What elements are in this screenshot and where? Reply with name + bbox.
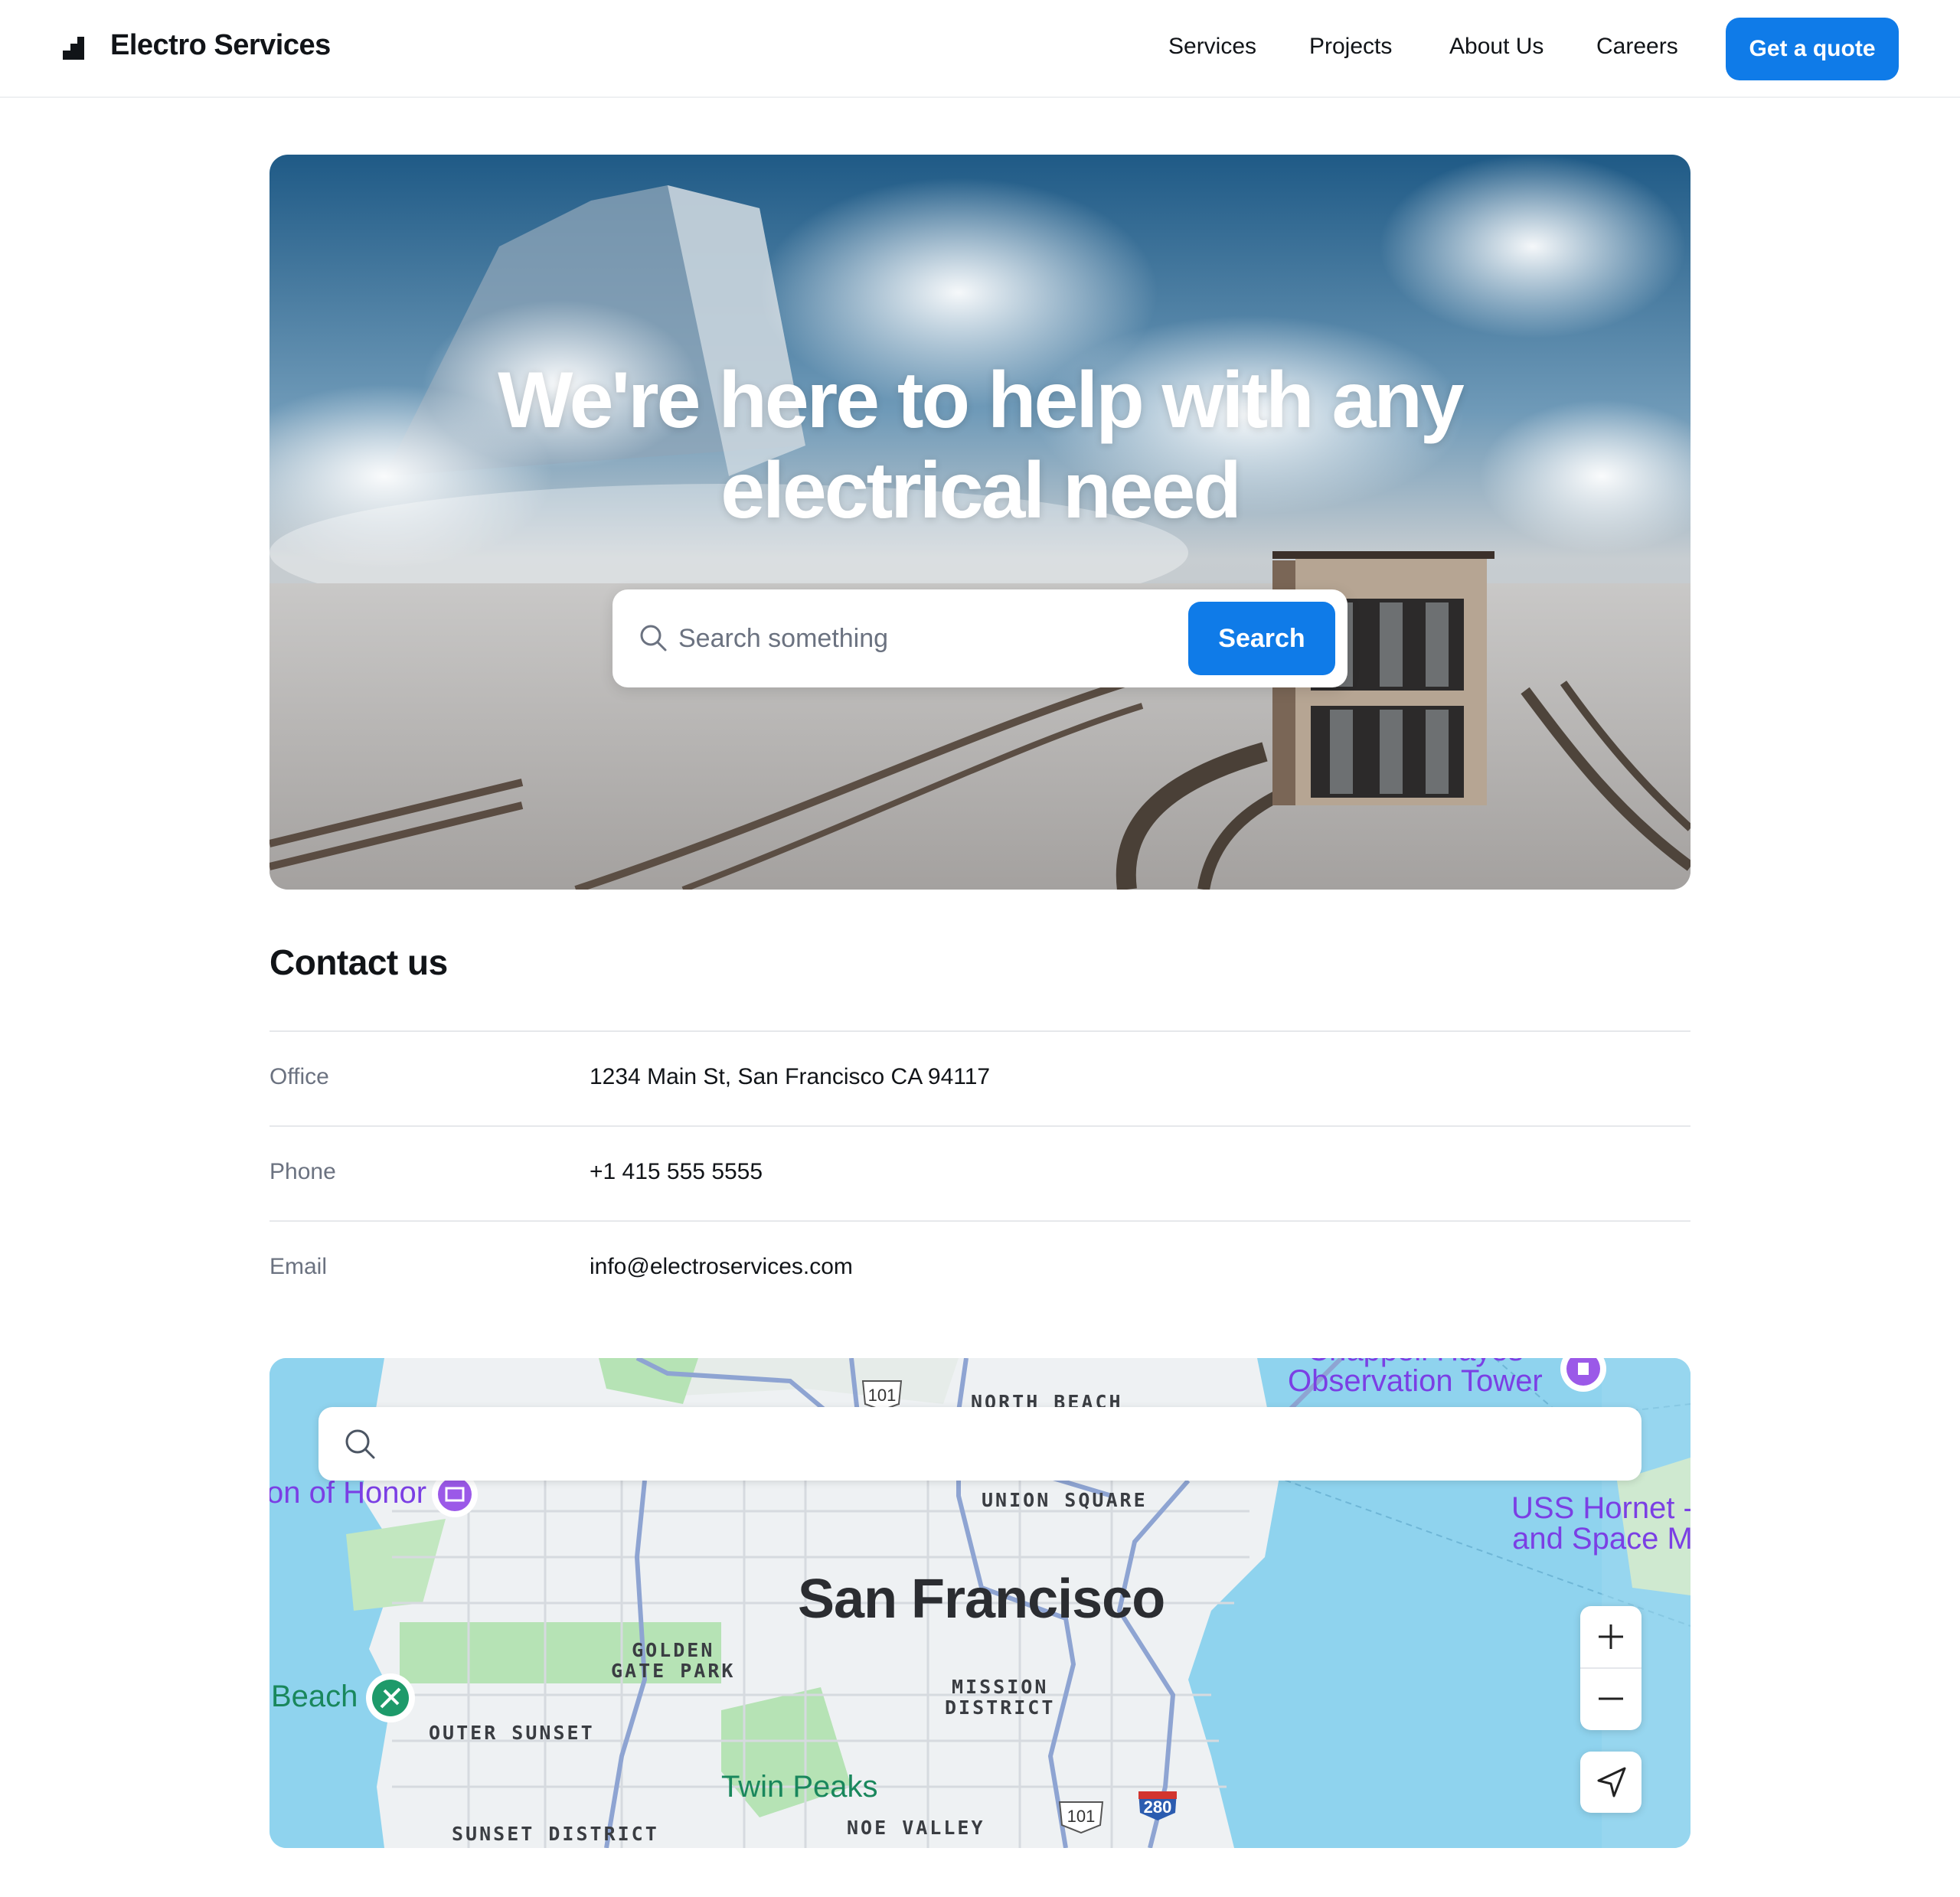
map-label-sunset-district: SUNSET DISTRICT xyxy=(452,1823,659,1845)
map-search-input[interactable] xyxy=(392,1418,1617,1470)
map-search-bar xyxy=(318,1407,1642,1481)
map-label-beach[interactable]: Beach xyxy=(271,1680,358,1714)
map-label-city: San Francisco xyxy=(798,1569,1165,1630)
contact-label: Phone xyxy=(270,1159,336,1184)
locate-me-button[interactable] xyxy=(1580,1752,1642,1813)
site-header: Electro Services Services Projects About… xyxy=(0,0,1960,98)
beach-marker-icon[interactable] xyxy=(366,1673,415,1722)
contact-title: Contact us xyxy=(270,942,448,982)
highway-label: 101 xyxy=(868,1386,897,1405)
map-zoom-controls xyxy=(1580,1606,1642,1730)
brand-name[interactable]: Electro Services xyxy=(110,29,331,62)
contact-label: Email xyxy=(270,1254,328,1279)
highway-label: 101 xyxy=(1067,1807,1096,1826)
search-icon xyxy=(640,625,667,651)
map-label-observation-tower[interactable]: Chappell Hayes Observation Tower xyxy=(1288,1358,1543,1396)
contact-value: 1234 Main St, San Francisco CA 94117 xyxy=(590,1064,991,1089)
contact-row-email: Email info@electroservices.com xyxy=(270,1220,1690,1315)
interstate-shield-icon: 280 xyxy=(1138,1791,1177,1820)
map-label-golden-gate-park: GOLDEN GATE PARK xyxy=(611,1639,736,1682)
nav-careers[interactable]: Careers xyxy=(1596,34,1678,60)
navigation-arrow-icon xyxy=(1597,1767,1626,1797)
contact-row-office: Office 1234 Main St, San Francisco CA 94… xyxy=(270,1030,1690,1125)
nav-projects[interactable]: Projects xyxy=(1309,34,1392,60)
map-widget[interactable]: 101 101 280 NORTH BEACH UNION SQUARE GOL… xyxy=(270,1358,1690,1848)
hero-banner: We're here to help with any electrical n… xyxy=(270,155,1690,890)
hero-title: We're here to help with any electrical n… xyxy=(498,356,1464,535)
map-label-legion-of-honor[interactable]: on of Honor xyxy=(270,1476,426,1510)
map-label-uss-hornet[interactable]: USS Hornet - and Space M xyxy=(1511,1493,1690,1554)
search-icon xyxy=(345,1429,375,1459)
nav-about-us[interactable]: About Us xyxy=(1449,34,1544,60)
map-label-outer-sunset: OUTER SUNSET xyxy=(429,1722,595,1744)
nav-services[interactable]: Services xyxy=(1168,34,1256,60)
zoom-in-icon[interactable] xyxy=(1580,1606,1642,1668)
hero-search-bar: Search xyxy=(612,589,1348,687)
logo-icon[interactable] xyxy=(63,37,84,60)
contact-label: Office xyxy=(270,1064,329,1089)
highway-shield-icon: 101 xyxy=(861,1380,903,1412)
highway-label: 280 xyxy=(1144,1797,1172,1817)
hero-search-input[interactable] xyxy=(678,611,1153,666)
zoom-out-icon[interactable] xyxy=(1580,1668,1642,1730)
contact-row-phone: Phone +1 415 555 5555 xyxy=(270,1125,1690,1220)
map-label-union-square: UNION SQUARE xyxy=(982,1489,1148,1511)
contact-value[interactable]: info@electroservices.com xyxy=(590,1254,853,1280)
search-button[interactable]: Search xyxy=(1188,602,1335,675)
map-label-noe-valley: NOE VALLEY xyxy=(847,1817,985,1839)
get-a-quote-button[interactable]: Get a quote xyxy=(1726,18,1899,80)
map-label-twin-peaks[interactable]: Twin Peaks xyxy=(721,1770,878,1804)
map-label-mission-district: MISSION DISTRICT xyxy=(945,1676,1056,1719)
contact-value[interactable]: +1 415 555 5555 xyxy=(590,1159,763,1185)
